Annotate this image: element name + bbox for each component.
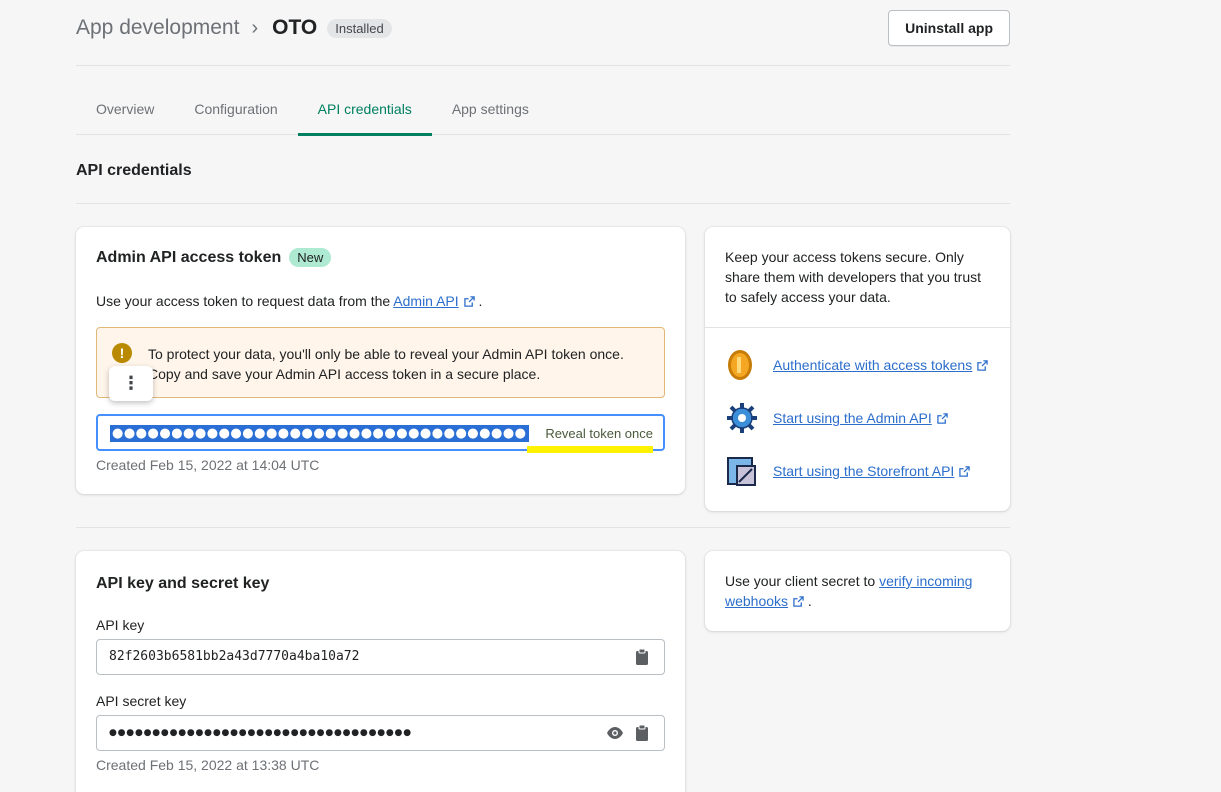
external-link-icon [977, 359, 988, 371]
divider [705, 327, 1010, 328]
security-tip-card: Keep your access tokens secure. Only sha… [705, 227, 1010, 511]
admin-api-link[interactable]: Admin API [393, 293, 458, 309]
breadcrumb-parent-link[interactable]: App development [76, 16, 239, 40]
webhook-tip-card: Use your client secret to verify incomin… [705, 551, 1010, 631]
storefront-icon [727, 457, 756, 486]
admin-api-docs-link[interactable]: Start using the Admin API [773, 410, 932, 426]
breadcrumb: App development › OTO Installed [76, 16, 392, 40]
api-key-value[interactable]: 82f2603b6581bb2a43d7770a4ba10a72 [109, 649, 359, 664]
resource-storefront-api[interactable]: Start using the Storefront API [725, 454, 971, 488]
api-keys-card: API key and secret key API key 82f2603b6… [76, 551, 685, 792]
webhook-tip-text: Use your client secret to verify incomin… [725, 571, 995, 611]
card-title: API key and secret key [96, 575, 270, 592]
token-created-date: Created Feb 15, 2022 at 14:04 UTC [96, 457, 320, 473]
warning-text: To protect your data, you'll only be abl… [148, 346, 624, 382]
card-title: Admin API access token [96, 248, 282, 266]
clipboard-icon[interactable] [634, 648, 650, 666]
page-title: OTO [272, 16, 318, 39]
coin-icon [728, 350, 752, 380]
storefront-api-docs-link[interactable]: Start using the Storefront API [773, 463, 954, 479]
gear-icon [727, 403, 757, 433]
new-badge: New [289, 248, 332, 267]
external-link-icon [463, 296, 475, 307]
description-text: Use your access token to request data fr… [96, 293, 394, 309]
masked-token-selected[interactable]: ●●●●●●●●●●●●●●●●●●●●●●●●●●●●●●●●●●● [110, 425, 529, 442]
api-key-field[interactable]: 82f2603b6581bb2a43d7770a4ba10a72 [96, 639, 665, 675]
security-tip-text: Keep your access tokens secure. Only sha… [725, 249, 982, 305]
external-link-icon [793, 596, 804, 607]
description-suffix: . [474, 293, 483, 309]
tab-api-credentials[interactable]: API credentials [297, 86, 432, 136]
uninstall-app-button[interactable]: Uninstall app [888, 10, 1010, 46]
secret-created-date: Created Feb 15, 2022 at 13:38 UTC [96, 757, 320, 773]
external-link-icon [959, 465, 971, 477]
warning-icon: ! [112, 343, 132, 363]
more-actions-button[interactable]: ⋮ [109, 366, 153, 401]
admin-token-field[interactable]: ●●●●●●●●●●●●●●●●●●●●●●●●●●●●●●●●●●● Reve… [96, 414, 665, 453]
divider [76, 527, 1010, 528]
tab-app-settings[interactable]: App settings [432, 86, 549, 135]
tab-bar: Overview Configuration API credentials A… [76, 86, 1010, 136]
chevron-right-icon: › [251, 16, 259, 39]
resource-authenticate[interactable]: Authenticate with access tokens [725, 348, 988, 382]
tab-configuration[interactable]: Configuration [174, 86, 297, 135]
tab-overview[interactable]: Overview [76, 86, 174, 135]
webhook-tip-suffix: . [804, 593, 812, 609]
api-key-label: API key [96, 617, 145, 633]
admin-token-card: Admin API access token New Use your acce… [76, 227, 685, 494]
authenticate-link[interactable]: Authenticate with access tokens [773, 357, 972, 373]
highlight-mark [527, 446, 653, 453]
clipboard-icon[interactable] [634, 724, 650, 742]
warning-banner: ! To protect your data, you'll only be a… [96, 327, 665, 398]
section-title: API credentials [76, 162, 192, 179]
admin-token-description: Use your access token to request data fr… [96, 293, 482, 309]
webhook-tip-prefix: Use your client secret to [725, 573, 880, 589]
status-badge: Installed [327, 18, 392, 38]
api-secret-masked[interactable]: ●●●●●●●●●●●●●●●●●●●●●●●●●●●●●●●●●●● [109, 728, 412, 738]
eye-icon[interactable] [606, 724, 624, 742]
page-header: App development › OTO Installed Uninstal… [76, 10, 1010, 66]
divider [76, 203, 1010, 204]
reveal-token-button[interactable]: Reveal token once [541, 426, 657, 441]
api-secret-label: API secret key [96, 693, 187, 709]
external-link-icon [937, 412, 948, 424]
admin-token-title-row: Admin API access token New [96, 248, 332, 267]
resource-admin-api[interactable]: Start using the Admin API [725, 401, 948, 435]
api-secret-field[interactable]: ●●●●●●●●●●●●●●●●●●●●●●●●●●●●●●●●●●● [96, 715, 665, 751]
